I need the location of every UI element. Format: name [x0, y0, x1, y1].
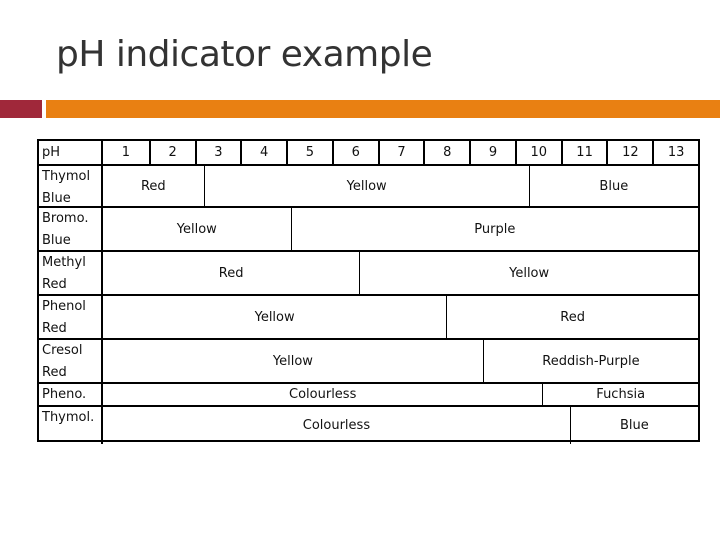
ph-header-8: 8: [423, 141, 469, 164]
ph-header-6: 6: [331, 141, 378, 164]
ph-header-2: 2: [148, 141, 195, 164]
ph-header-3: 3: [194, 141, 241, 164]
indicator-name-line: Red: [42, 365, 67, 380]
indicator-name-line: Methyl: [42, 255, 86, 270]
indicator-name-line: Red: [42, 321, 67, 336]
color-range-segment: Reddish-Purple: [482, 340, 698, 382]
ph-header-13: 13: [652, 141, 698, 164]
ph-header-12: 12: [606, 141, 652, 164]
color-range-segment: Blue: [569, 407, 698, 444]
indicator-name: Thymol Blue: [39, 166, 103, 206]
ph-header-9: 9: [469, 141, 515, 164]
color-range-segment: Blue: [528, 166, 698, 206]
indicator-name-line: Blue: [42, 191, 71, 206]
ph-header-4: 4: [240, 141, 286, 164]
color-range-segment: Red: [446, 296, 698, 338]
color-range-segment: Purple: [290, 208, 698, 250]
indicator-name-line: Thymol.: [42, 410, 95, 425]
indicator-name-line: Blue: [42, 233, 71, 248]
header-ph-label: pH: [39, 141, 103, 164]
indicator-name-line: Red: [42, 277, 67, 292]
indicator-row: Methyl Red Red Yellow: [39, 252, 698, 296]
indicator-name-line: Pheno.: [42, 387, 87, 402]
indicator-row: Thymol. Colourless Blue: [39, 407, 698, 444]
indicator-name: Bromo. Blue: [39, 208, 103, 250]
color-range-segment: Yellow: [359, 252, 698, 294]
color-range-segment: Red: [218, 265, 244, 281]
color-range-segment: Fuchsia: [542, 384, 698, 405]
indicator-name-line: Thymol: [42, 169, 91, 184]
slide-title: pH indicator example: [56, 34, 433, 75]
color-range-segment: Colourless: [289, 387, 357, 402]
indicator-row: Pheno. Colourless Fuchsia: [39, 384, 698, 407]
ph-indicator-table: pH 1 2 3 4 5 6 7 8 9 10 11 12 13 Thymol Blue Red Yellow Bl…: [37, 139, 700, 444]
indicator-row: Phenol Red Yellow Red: [39, 296, 698, 340]
color-range-segment: Yellow: [254, 309, 295, 325]
indicator-row: Cresol Red Yellow Reddish-Purple: [39, 340, 698, 384]
indicator-name: Thymol.: [39, 407, 103, 444]
indicator-row: Thymol Blue Red Yellow Blue: [39, 166, 698, 208]
indicator-name-line: Cresol: [42, 343, 83, 358]
ph-header-1: 1: [121, 145, 131, 160]
indicator-name: Methyl Red: [39, 252, 103, 294]
ph-header-7: 7: [377, 141, 424, 164]
accent-bar-red: [0, 100, 42, 118]
ph-header-5: 5: [286, 141, 332, 164]
indicator-name: Pheno.: [39, 384, 103, 405]
indicator-name-line: Bromo.: [42, 211, 89, 226]
color-range-segment: Yellow: [272, 353, 313, 369]
color-range-segment: Colourless: [302, 418, 371, 433]
color-range-segment: Yellow: [203, 166, 529, 206]
color-range-segment: Red: [140, 178, 166, 194]
ph-header-10: 10: [514, 141, 561, 164]
accent-bar-orange: [46, 100, 720, 118]
indicator-name: Cresol Red: [39, 340, 103, 382]
header-row: pH 1 2 3 4 5 6 7 8 9 10 11 12 13: [39, 141, 698, 166]
color-range-segment: Yellow: [176, 221, 217, 237]
indicator-name: Phenol Red: [39, 296, 103, 338]
ph-header-11: 11: [560, 141, 607, 164]
indicator-name-line: Phenol: [42, 299, 86, 314]
indicator-row: Bromo. Blue Yellow Purple: [39, 208, 698, 252]
